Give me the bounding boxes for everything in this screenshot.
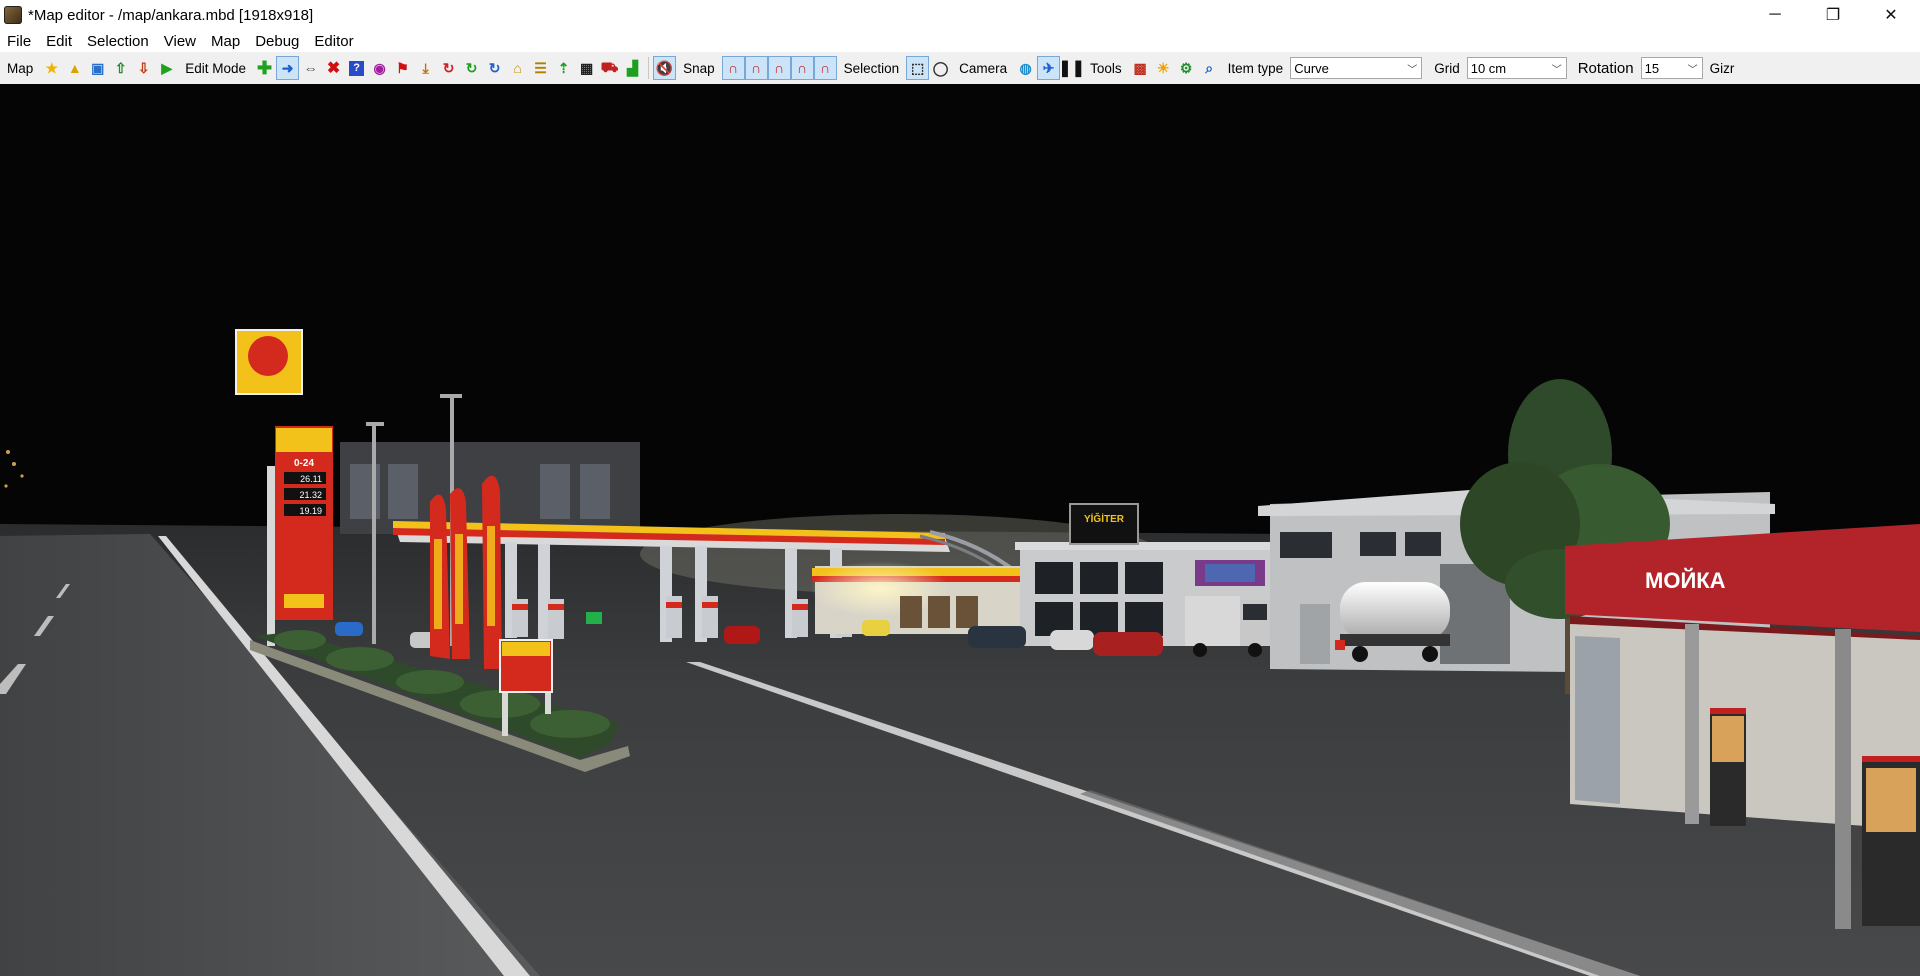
office-mural-accent bbox=[1205, 564, 1255, 582]
favorite-star-icon[interactable]: ★ bbox=[40, 56, 63, 80]
delete-icon[interactable]: ✖ bbox=[322, 56, 345, 80]
chevron-down-icon: ﹀ bbox=[1687, 64, 1698, 76]
chevron-down-icon: ﹀ bbox=[1551, 64, 1562, 76]
gear-icon[interactable]: ⚙ bbox=[1175, 56, 1198, 80]
menu-editor[interactable]: Editor bbox=[307, 33, 361, 50]
palette-icon[interactable]: ▩ bbox=[1129, 56, 1152, 80]
toolbar-map-label[interactable]: Map bbox=[0, 61, 40, 76]
road-icon[interactable]: ☰ bbox=[529, 56, 552, 80]
search-icon[interactable]: ⌕ bbox=[1198, 56, 1221, 80]
connect-icon[interactable]: ⇔ bbox=[299, 56, 322, 80]
brush-icon[interactable]: ⌂ bbox=[506, 56, 529, 80]
toolbar-edit-mode-label[interactable]: Edit Mode bbox=[178, 61, 253, 76]
menu-file[interactable]: File bbox=[0, 33, 39, 50]
height-icon[interactable]: ⇡ bbox=[552, 56, 575, 80]
snap-magnet-5-icon[interactable]: ∩ bbox=[813, 56, 837, 80]
info-icon[interactable]: ◉ bbox=[368, 56, 391, 80]
rotate-z-icon[interactable]: ↻ bbox=[483, 56, 506, 80]
toolbar-gizmo-label[interactable]: Gizr bbox=[1703, 61, 1742, 76]
grid-select[interactable]: 10 cm ﹀ bbox=[1466, 57, 1567, 79]
toolbar-selection-label[interactable]: Selection bbox=[837, 61, 907, 76]
chart-icon[interactable]: ▟ bbox=[621, 56, 644, 80]
menu-edit[interactable]: Edit bbox=[39, 33, 80, 50]
window-title: *Map editor - /map/ankara.mbd [1918x918] bbox=[28, 6, 314, 24]
move-arrow-icon[interactable]: ➜ bbox=[276, 56, 300, 80]
globe-icon[interactable]: ◍ bbox=[1014, 56, 1037, 80]
pause-icon[interactable]: ❚❚ bbox=[1058, 56, 1085, 80]
toolbar-snap-label[interactable]: Snap bbox=[676, 61, 722, 76]
garage-windows bbox=[1280, 532, 1441, 558]
toolbar-grid-label: Grid bbox=[1434, 60, 1460, 76]
scene-canvas[interactable]: YİĞİTER 0-24 26.11 21.32 19.19 МОЙКА bbox=[0, 84, 1920, 976]
rotate-x-icon[interactable]: ↻ bbox=[437, 56, 460, 80]
menu-map[interactable]: Map bbox=[204, 33, 248, 50]
minimize-button[interactable]: ─ bbox=[1746, 0, 1804, 30]
close-button[interactable]: ✕ bbox=[1862, 0, 1920, 30]
fuel-pumps bbox=[512, 596, 852, 639]
chevron-down-icon: ﹀ bbox=[1407, 64, 1418, 76]
menu-selection[interactable]: Selection bbox=[80, 33, 157, 50]
snap-magnet-2-icon[interactable]: ∩ bbox=[744, 56, 768, 80]
shop-windows bbox=[900, 596, 978, 628]
rotate-y-icon[interactable]: ↻ bbox=[460, 56, 483, 80]
grid-value: 10 cm bbox=[1470, 60, 1507, 76]
terrain-down-icon[interactable]: ⤓ bbox=[414, 56, 437, 80]
snap-magnet-1-icon[interactable]: ∩ bbox=[721, 56, 745, 80]
toolbar-tools-label[interactable]: Tools bbox=[1083, 61, 1129, 76]
garage-door-panel bbox=[1300, 604, 1330, 664]
mute-speaker-icon[interactable]: 🔇 bbox=[653, 56, 677, 80]
toolbar-camera-label[interactable]: Camera bbox=[952, 61, 1014, 76]
rotation-select[interactable]: 15 ﹀ bbox=[1640, 57, 1703, 79]
sun-icon[interactable]: ☀ bbox=[1152, 56, 1175, 80]
help-icon[interactable]: ? bbox=[349, 60, 365, 76]
fly-camera-icon[interactable]: ✈ bbox=[1037, 56, 1061, 80]
title-bar: *Map editor - /map/ankara.mbd [1918x918]… bbox=[0, 0, 1920, 30]
snap-magnet-4-icon[interactable]: ∩ bbox=[790, 56, 814, 80]
import-icon[interactable]: ⇩ bbox=[132, 56, 155, 80]
toolbar-separator bbox=[648, 57, 650, 79]
item-type-select[interactable]: Curve ﹀ bbox=[1290, 57, 1423, 79]
billboard-text: YİĞİTER bbox=[1084, 512, 1125, 525]
restore-button[interactable]: ❐ bbox=[1804, 0, 1862, 30]
feather-flags bbox=[430, 475, 502, 669]
app-icon bbox=[4, 6, 22, 24]
wash-sign-text: МОЙКА bbox=[1645, 568, 1726, 593]
main-toolbar: Map ★ ▲ ▣ ⇧ ⇩ ▶ Edit Mode ✚ ➜ ⇔ ✖ ? ◉ ⚑ … bbox=[0, 52, 1920, 85]
rotation-value: 15 bbox=[1644, 60, 1660, 76]
pole-sign-price-2: 21.32 bbox=[299, 490, 322, 500]
save-icon[interactable]: ▣ bbox=[86, 56, 109, 80]
flag-icon[interactable]: ⚑ bbox=[391, 56, 414, 80]
export-icon[interactable]: ⇧ bbox=[109, 56, 132, 80]
rect-select-icon[interactable]: ⬚ bbox=[906, 56, 930, 80]
pole-sign-header: 0-24 bbox=[294, 458, 314, 469]
toolbar-item-type-label: Item type bbox=[1227, 60, 1284, 76]
toolbar-rotation-label: Rotation bbox=[1577, 59, 1634, 77]
open-map-icon[interactable]: ▲ bbox=[63, 56, 86, 80]
vehicle-icon[interactable]: ⛟ bbox=[598, 56, 621, 80]
menu-bar: File Edit Selection View Map Debug Edito… bbox=[0, 30, 1920, 52]
play-icon[interactable]: ▶ bbox=[155, 56, 178, 80]
pole-sign-price-3: 19.19 bbox=[299, 506, 322, 516]
item-type-value: Curve bbox=[1294, 60, 1329, 76]
map-viewport[interactable]: YİĞİTER 0-24 26.11 21.32 19.19 МОЙКА bbox=[0, 84, 1920, 976]
office-roof bbox=[1015, 542, 1275, 550]
window-controls: ─ ❐ ✕ bbox=[1746, 0, 1920, 30]
camera-film-icon[interactable]: ▦ bbox=[575, 56, 598, 80]
menu-view[interactable]: View bbox=[157, 33, 204, 50]
snap-magnet-3-icon[interactable]: ∩ bbox=[767, 56, 791, 80]
menu-debug[interactable]: Debug bbox=[248, 33, 307, 50]
pole-sign-price-1: 26.11 bbox=[300, 474, 322, 484]
lasso-select-icon[interactable]: ◯ bbox=[929, 56, 952, 80]
add-item-icon[interactable]: ✚ bbox=[253, 56, 276, 80]
